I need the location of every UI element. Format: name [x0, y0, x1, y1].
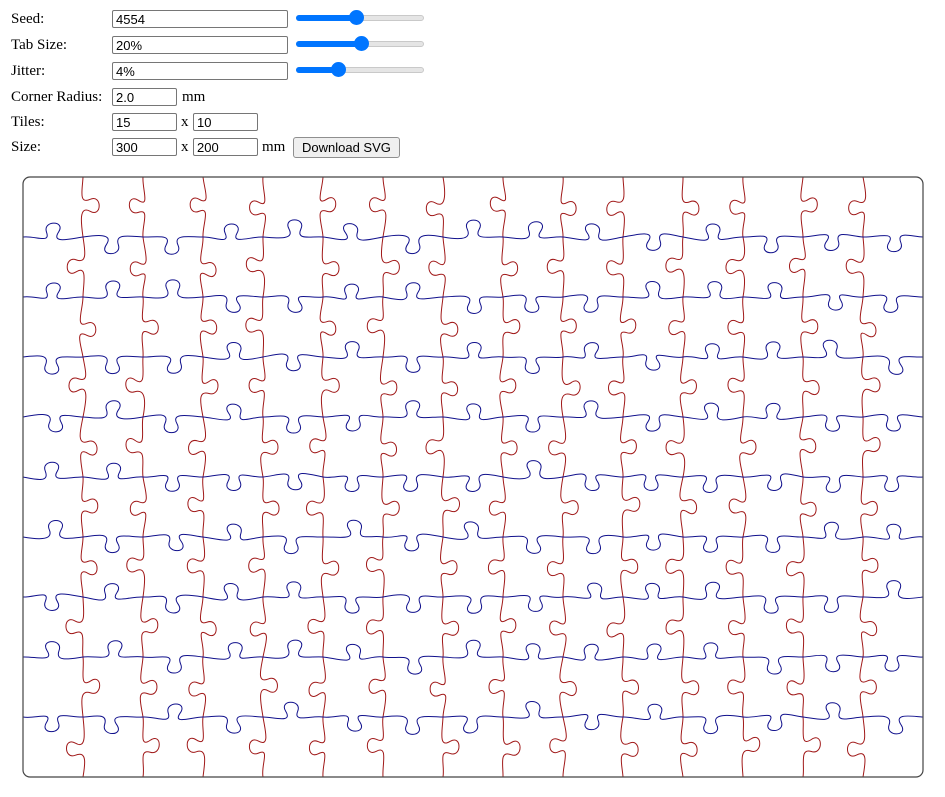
tiles-label: Tiles: [11, 114, 45, 130]
corner-radius-input[interactable] [112, 88, 177, 106]
size-unit: mm [262, 139, 286, 155]
tab-size-slider-thumb[interactable] [354, 36, 370, 51]
jitter-slider-thumb[interactable] [331, 62, 347, 77]
corner-radius-label: Corner Radius: [11, 89, 103, 105]
horizontal-cuts [22, 219, 924, 735]
puzzle-svg [22, 176, 924, 778]
puzzle-preview [22, 176, 924, 778]
horizontal-cut-line [22, 700, 924, 735]
size-height-input[interactable] [193, 138, 258, 156]
horizontal-cut-line [22, 279, 924, 314]
seed-slider-fill [296, 15, 357, 21]
horizontal-cut-line [22, 460, 924, 493]
jitter-slider[interactable] [296, 62, 424, 78]
horizontal-cut-line [22, 219, 924, 255]
size-label: Size: [11, 139, 41, 155]
tiles-separator: x [181, 114, 189, 130]
seed-input[interactable] [112, 10, 288, 28]
corner-radius-unit: mm [182, 89, 206, 105]
horizontal-cut-line [22, 400, 924, 434]
vertical-cuts [65, 176, 881, 778]
size-width-input[interactable] [112, 138, 177, 156]
puzzle-border [22, 176, 924, 778]
jitter-label: Jitter: [11, 63, 46, 79]
tab-size-slider-fill [296, 41, 362, 47]
horizontal-cut-line [22, 580, 924, 614]
tiles-y-input[interactable] [193, 113, 258, 131]
tab-size-slider[interactable] [296, 36, 424, 52]
tab-size-input[interactable] [112, 36, 288, 54]
seed-slider-thumb[interactable] [349, 10, 365, 25]
horizontal-cut-line [22, 519, 924, 555]
seed-slider[interactable] [296, 10, 424, 26]
jitter-input[interactable] [112, 62, 288, 80]
horizontal-cut-line [22, 339, 924, 375]
seed-label: Seed: [11, 11, 45, 27]
horizontal-cut-line [22, 639, 924, 675]
download-svg-button[interactable]: Download SVG [293, 137, 400, 158]
size-separator: x [181, 139, 189, 155]
tiles-x-input[interactable] [112, 113, 177, 131]
tab-size-label: Tab Size: [11, 37, 68, 53]
